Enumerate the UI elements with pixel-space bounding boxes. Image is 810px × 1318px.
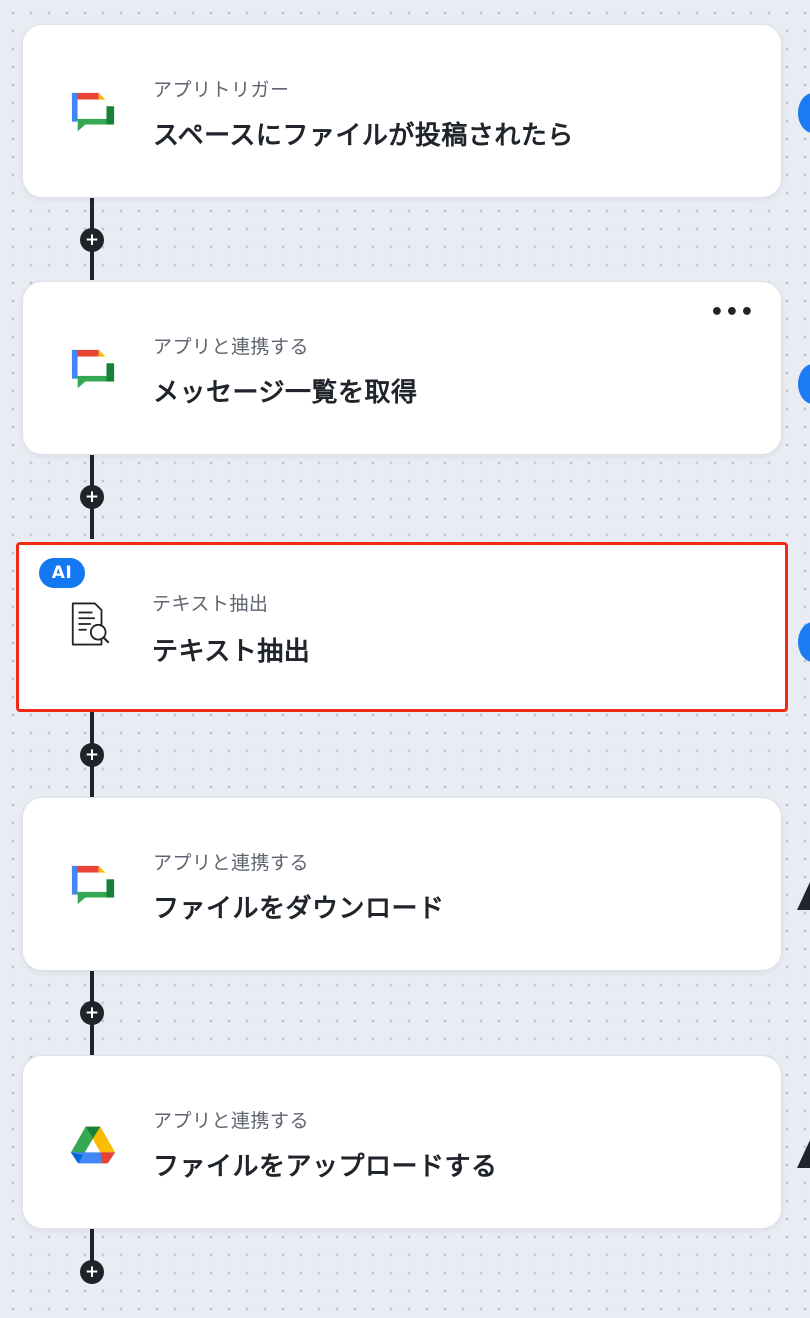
google-chat-icon bbox=[71, 865, 115, 905]
add-step-button[interactable]: + bbox=[80, 228, 104, 252]
more-options-button[interactable]: ••• bbox=[710, 302, 755, 324]
step-title: ファイルをアップロードする bbox=[153, 1152, 498, 1182]
flow-step-card-text-extraction[interactable]: AI テキスト抽出 テキスト抽出 bbox=[16, 542, 788, 712]
flow-step-card-download-file[interactable]: アプリと連携する ファイルをダウンロード bbox=[22, 797, 782, 971]
document-search-icon bbox=[71, 602, 110, 646]
step-type-label: アプリと連携する bbox=[153, 852, 310, 874]
google-drive-icon bbox=[70, 1126, 116, 1164]
google-chat-icon bbox=[71, 92, 115, 132]
status-indicator bbox=[798, 93, 810, 133]
warning-icon bbox=[797, 882, 810, 910]
step-title: テキスト抽出 bbox=[152, 637, 311, 667]
step-title: メッセージ一覧を取得 bbox=[153, 378, 418, 408]
step-type-label: アプリと連携する bbox=[153, 1110, 310, 1132]
step-type-label: テキスト抽出 bbox=[152, 593, 269, 615]
status-indicator bbox=[798, 622, 810, 662]
add-step-button[interactable]: + bbox=[80, 743, 104, 767]
warning-icon bbox=[797, 1140, 810, 1168]
status-indicator bbox=[798, 364, 810, 404]
add-step-button[interactable]: + bbox=[80, 1001, 104, 1025]
flow-step-card-upload-file[interactable]: アプリと連携する ファイルをアップロードする bbox=[22, 1055, 782, 1229]
flow-step-card-get-messages[interactable]: ••• アプリと連携する メッセージ一覧を取得 bbox=[22, 281, 782, 455]
step-title: ファイルをダウンロード bbox=[153, 894, 445, 924]
add-step-button[interactable]: + bbox=[80, 1260, 104, 1284]
step-type-label: アプリと連携する bbox=[153, 336, 310, 358]
step-title: スペースにファイルが投稿されたら bbox=[153, 121, 574, 151]
step-type-label: アプリトリガー bbox=[153, 79, 290, 101]
google-chat-icon bbox=[71, 349, 115, 389]
flow-step-card-trigger[interactable]: アプリトリガー スペースにファイルが投稿されたら bbox=[22, 24, 782, 198]
add-step-button[interactable]: + bbox=[80, 485, 104, 509]
ai-badge: AI bbox=[39, 558, 85, 588]
